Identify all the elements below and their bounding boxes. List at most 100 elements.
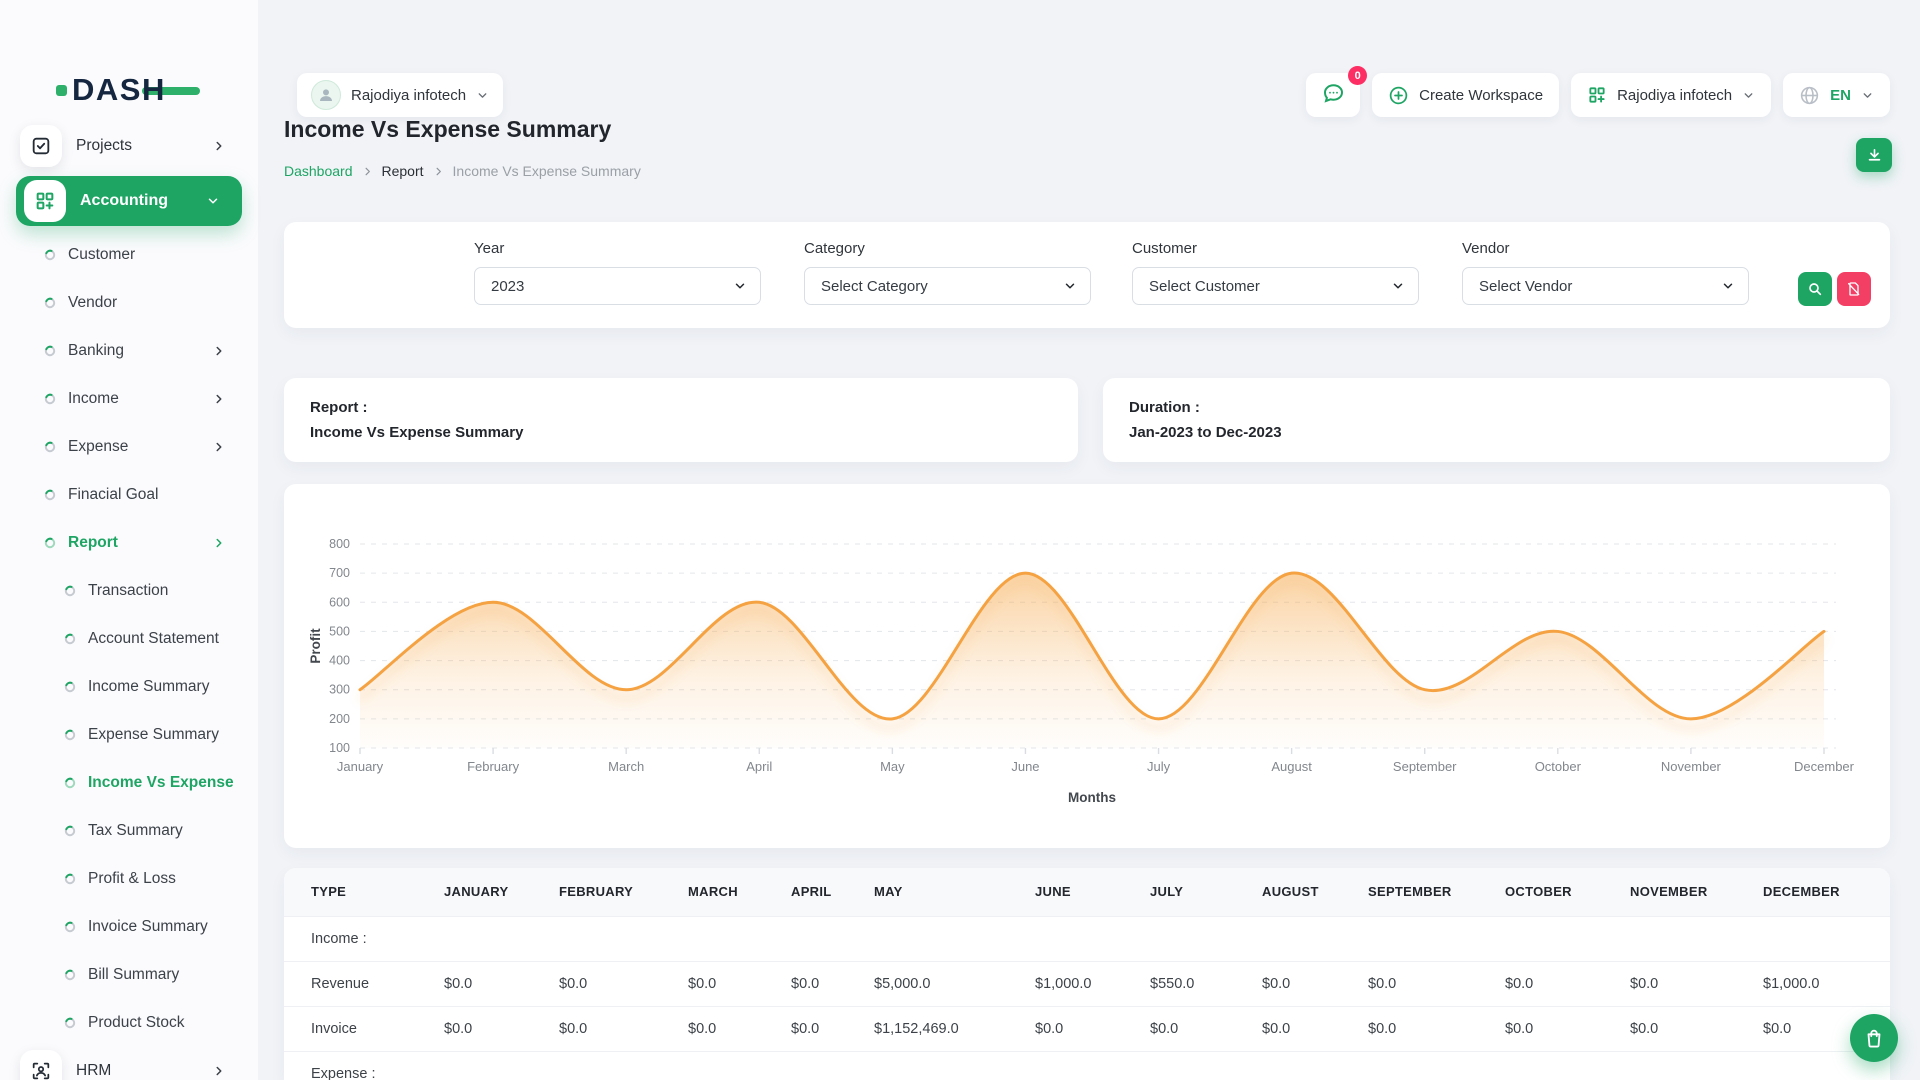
svg-text:January: January xyxy=(337,759,384,774)
sidebar-item-account-statement[interactable]: Account Statement xyxy=(0,615,258,663)
sidebar-item-report[interactable]: Report xyxy=(0,519,258,567)
reset-filter-button[interactable] xyxy=(1837,272,1871,306)
svg-text:600: 600 xyxy=(329,595,350,609)
duration-label: Duration : xyxy=(1129,395,1864,420)
sidebar-item-finacial-goal[interactable]: Finacial Goal xyxy=(0,471,258,519)
table-header-cell: MAY xyxy=(868,868,1029,916)
customer-select-value: Select Customer xyxy=(1149,278,1260,295)
filter-panel: Year 2023 Category Select Category Custo… xyxy=(284,222,1890,328)
sidebar-item-label: Expense Summary xyxy=(88,726,219,744)
sidebar-item-label: Profit & Loss xyxy=(88,870,176,888)
year-select-value: 2023 xyxy=(491,278,524,295)
svg-text:February: February xyxy=(467,759,520,774)
company-selector[interactable]: Rajodiya infotech xyxy=(1571,73,1771,117)
chevron-right-icon xyxy=(212,139,226,153)
table-header-cell: DECEMBER xyxy=(1757,868,1890,916)
table-row: Revenue$0.0$0.0$0.0$0.0$5,000.0$1,000.0$… xyxy=(284,961,1890,1006)
language-selector[interactable]: EN xyxy=(1783,73,1890,117)
table-cell: $0.0 xyxy=(553,1006,682,1051)
chevron-down-icon xyxy=(733,279,747,293)
table-section-label: Income : xyxy=(284,916,1890,961)
sidebar-item-label: Accounting xyxy=(80,192,168,210)
create-workspace-button[interactable]: Create Workspace xyxy=(1372,73,1559,117)
sidebar-item-vendor[interactable]: Vendor xyxy=(0,279,258,327)
chevron-right-icon xyxy=(362,166,373,177)
report-summary-card: Report : Income Vs Expense Summary xyxy=(284,378,1078,462)
hrm-icon xyxy=(20,1050,62,1080)
vendor-label: Vendor xyxy=(1462,240,1749,257)
bullet-ring-icon xyxy=(64,585,76,597)
sidebar-item-hrm[interactable]: HRM xyxy=(0,1047,258,1080)
report-value: Income Vs Expense Summary xyxy=(310,420,1052,445)
sidebar-item-invoice-summary[interactable]: Invoice Summary xyxy=(0,903,258,951)
bullet-ring-icon xyxy=(44,345,56,357)
sidebar-item-income-vs-expense[interactable]: Income Vs Expense xyxy=(0,759,258,807)
breadcrumb-dashboard[interactable]: Dashboard xyxy=(284,163,353,179)
table-cell: $0.0 xyxy=(785,961,868,1006)
bullet-ring-icon xyxy=(64,777,76,789)
apply-filter-button[interactable] xyxy=(1798,272,1832,306)
sidebar-item-label: Customer xyxy=(68,246,135,264)
summary-table-card: TYPEJANUARYFEBRUARYMARCHAPRILMAYJUNEJULY… xyxy=(284,868,1890,1080)
year-filter: Year 2023 xyxy=(474,240,761,305)
svg-text:December: December xyxy=(1794,759,1855,774)
table-header-row: TYPEJANUARYFEBRUARYMARCHAPRILMAYJUNEJULY… xyxy=(284,868,1890,916)
sidebar-item-bill-summary[interactable]: Bill Summary xyxy=(0,951,258,999)
sidebar-item-tax-summary[interactable]: Tax Summary xyxy=(0,807,258,855)
category-select[interactable]: Select Category xyxy=(804,267,1091,305)
table-header-cell: AUGUST xyxy=(1256,868,1362,916)
table-header-cell: MARCH xyxy=(682,868,785,916)
svg-text:March: March xyxy=(608,759,644,774)
table-row: Invoice$0.0$0.0$0.0$0.0$1,152,469.0$0.0$… xyxy=(284,1006,1890,1051)
download-button[interactable] xyxy=(1856,138,1892,172)
table-cell: $0.0 xyxy=(1029,1006,1144,1051)
chevron-down-icon xyxy=(1391,279,1405,293)
table-cell: $1,000.0 xyxy=(1029,961,1144,1006)
sidebar-item-label: HRM xyxy=(76,1062,111,1080)
svg-text:Profit: Profit xyxy=(308,628,323,664)
breadcrumb-report[interactable]: Report xyxy=(382,163,424,179)
breadcrumb-current: Income Vs Expense Summary xyxy=(453,163,641,179)
chevron-right-icon xyxy=(212,344,226,358)
workspace-selector[interactable]: Rajodiya infotech xyxy=(297,73,503,117)
category-select-value: Select Category xyxy=(821,278,928,295)
sidebar-item-transaction[interactable]: Transaction xyxy=(0,567,258,615)
chevron-down-icon xyxy=(1861,89,1874,102)
sidebar-item-label: Income Vs Expense xyxy=(88,774,234,792)
income-expense-chart: 100200300400500600700800JanuaryFebruaryM… xyxy=(284,484,1890,853)
bullet-ring-icon xyxy=(64,969,76,981)
table-cell: $0.0 xyxy=(785,1006,868,1051)
sidebar-item-banking[interactable]: Banking xyxy=(0,327,258,375)
store-fab-button[interactable] xyxy=(1850,1014,1898,1062)
svg-text:100: 100 xyxy=(329,741,350,755)
shopping-bag-icon xyxy=(1863,1027,1885,1049)
download-icon xyxy=(1866,147,1883,164)
sidebar-item-profit-loss[interactable]: Profit & Loss xyxy=(0,855,258,903)
company-selector-label: Rajodiya infotech xyxy=(1617,87,1732,104)
sidebar-item-income[interactable]: Income xyxy=(0,375,258,423)
sidebar-item-expense-summary[interactable]: Expense Summary xyxy=(0,711,258,759)
sidebar-item-income-summary[interactable]: Income Summary xyxy=(0,663,258,711)
svg-text:July: July xyxy=(1147,759,1171,774)
sidebar-item-label: Expense xyxy=(68,438,128,456)
brand-logo[interactable]: DASH xyxy=(56,72,200,108)
sidebar-item-customer[interactable]: Customer xyxy=(0,231,258,279)
sidebar-item-label: Income xyxy=(68,390,119,408)
vendor-select[interactable]: Select Vendor xyxy=(1462,267,1749,305)
table-header-cell: NOVEMBER xyxy=(1624,868,1757,916)
table-header-cell: JUNE xyxy=(1029,868,1144,916)
year-select[interactable]: 2023 xyxy=(474,267,761,305)
bullet-ring-icon xyxy=(64,681,76,693)
sidebar-item-accounting[interactable]: Accounting xyxy=(16,176,242,226)
table-row-label: Invoice xyxy=(284,1006,438,1051)
sidebar-item-projects[interactable]: Projects xyxy=(0,122,258,170)
chevron-down-icon xyxy=(206,194,220,208)
sidebar-menu: Projects Accounting Customer VendorBanking I… xyxy=(0,122,258,1080)
sidebar-item-product-stock[interactable]: Product Stock xyxy=(0,999,258,1047)
customer-select[interactable]: Select Customer xyxy=(1132,267,1419,305)
messages-button[interactable]: 0 xyxy=(1306,73,1360,117)
language-label: EN xyxy=(1830,87,1851,104)
category-label: Category xyxy=(804,240,1091,257)
table-cell: $0.0 xyxy=(1624,1006,1757,1051)
sidebar-item-expense[interactable]: Expense xyxy=(0,423,258,471)
